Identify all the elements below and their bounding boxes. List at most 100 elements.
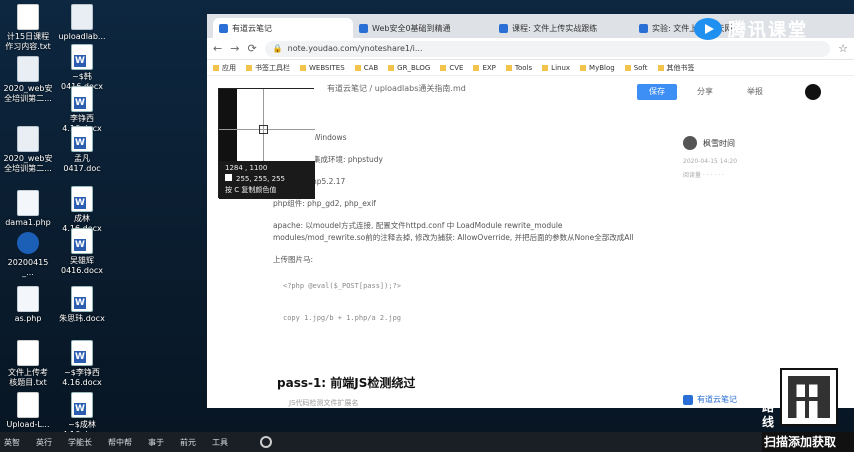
desktop-icon-label: ~$李铮西 4.16.docx: [62, 368, 102, 387]
picker-rgb-row: 255, 255, 255: [225, 174, 309, 185]
desktop-icon-label: 2020_web安 全培训第二...: [3, 154, 53, 173]
note-paragraph: apache: 以moudel方式连接, 配置文件httpd.conf 中 Lo…: [273, 221, 634, 242]
zip-file-icon: [17, 232, 39, 254]
tab-label: Web安全0基础到精通: [372, 23, 451, 33]
code-block: <?php @eval($_POST[pass]);?>: [283, 282, 402, 290]
author-avatar[interactable]: [683, 136, 697, 150]
txt-file-icon: [17, 340, 39, 366]
browser-tab[interactable]: 课程: 文件上传实战跟练: [493, 18, 633, 38]
desktop-icon[interactable]: 计15日课程 作习内容.txt: [2, 4, 54, 52]
picker-hint: 按 C 复制颜色值: [225, 186, 277, 194]
taskbar-item[interactable]: 事于: [148, 437, 164, 448]
word-file-icon: [71, 126, 93, 152]
taskbar-item[interactable]: 学能长: [68, 437, 92, 448]
bookmark-item[interactable]: WEBSITES: [300, 64, 345, 72]
desktop-icon[interactable]: uploadlab...: [56, 4, 108, 42]
bookmark-item[interactable]: Linux: [542, 64, 570, 72]
qr-side-text: 学习路线: [762, 370, 775, 429]
desktop-icon[interactable]: 2020_web安 全培训第二...: [2, 126, 54, 174]
magnifier-dark-area: [219, 89, 237, 161]
lock-icon: 🔒: [272, 44, 283, 53]
save-button[interactable]: 保存: [637, 84, 677, 100]
qr-code[interactable]: [780, 368, 838, 426]
back-icon[interactable]: ←: [213, 42, 222, 55]
address-text: note.youdao.com/ynoteshare1/i...: [287, 44, 423, 53]
report-button[interactable]: 举报: [747, 86, 763, 97]
author-name[interactable]: 枫雪时间: [703, 138, 735, 149]
tab-label: 课程: 文件上传实战跟练: [512, 23, 598, 33]
taskbar-item[interactable]: 帮中帮: [108, 437, 132, 448]
word-file-icon: [71, 228, 93, 254]
note-paragraph: php组件: php_gd2, php_exif: [273, 199, 376, 208]
brand-text: 有道云笔记: [697, 395, 737, 404]
crosshair-icon: [259, 125, 268, 134]
desktop-icon[interactable]: 成林4.16.docx: [56, 186, 108, 234]
color-swatch-icon: [225, 174, 232, 181]
code-block: copy 1.jpg/b + 1.php/a 2.jpg: [283, 314, 402, 322]
word-file-icon: [71, 286, 93, 312]
youdao-brand[interactable]: 有道云笔记: [683, 394, 737, 405]
magnifier-grid: [219, 89, 315, 161]
desktop-icon[interactable]: as.php: [2, 286, 54, 324]
desktop-icon-label: 吴雄辉 0416.docx: [60, 256, 103, 275]
qr-banner: 扫描添加获取: [762, 432, 854, 452]
desktop-icon-label: 朱思玮.docx: [59, 314, 105, 323]
desktop-icon-label: Upload-L...: [6, 420, 50, 429]
word-file-icon: [71, 86, 93, 112]
desktop-icon-label: 20200415_...: [7, 258, 49, 277]
desktop-icon[interactable]: Upload-L...: [2, 392, 54, 430]
word-file-icon: [71, 392, 93, 418]
note-paragraph: php版本: php5.2.17: [273, 177, 346, 186]
taskbar-item[interactable]: 前元: [180, 437, 196, 448]
desktop-icon[interactable]: 孟凡0417.doc: [56, 126, 108, 174]
file-file-icon: [17, 56, 39, 82]
bookmark-item[interactable]: 其他书签: [658, 63, 695, 73]
reload-icon[interactable]: ⟳: [247, 42, 256, 55]
desktop-icon[interactable]: 2020_web安 全培训第二...: [2, 56, 54, 104]
bookmark-item[interactable]: 应用: [213, 63, 236, 73]
bookmark-item[interactable]: CVE: [440, 64, 463, 72]
color-picker-popup: 1284 , 1100 255, 255, 255 按 C 复制颜色值: [218, 88, 315, 199]
share-button[interactable]: 分享: [697, 86, 713, 97]
taskbar-item[interactable]: 工具: [212, 437, 228, 448]
bookmark-item[interactable]: GR_BLOG: [388, 64, 430, 72]
power-icon[interactable]: [260, 436, 272, 448]
file-file-icon: [71, 4, 93, 30]
brand-text: 腾讯课堂: [728, 20, 808, 41]
tab-favicon-icon: [639, 23, 648, 33]
desktop-icon[interactable]: ~$韩0416.docx: [56, 44, 108, 92]
bookmark-item[interactable]: 书签工具栏: [246, 63, 290, 73]
section-subline: JS代码检测文件扩展名: [289, 399, 359, 407]
browser-tab[interactable]: 有道云笔记: [213, 18, 353, 38]
bookmark-item[interactable]: Soft: [625, 64, 648, 72]
taskbar-item[interactable]: 英智: [4, 437, 20, 448]
section-heading: pass-1: 前端JS检测绕过: [277, 376, 416, 390]
note-paragraph: Windows: [313, 133, 347, 142]
desktop-icon-label: 文件上传考 核题目.txt: [8, 368, 48, 387]
desktop-icon[interactable]: 文件上传考 核题目.txt: [2, 340, 54, 388]
picker-rgb: 255, 255, 255: [236, 175, 285, 183]
desktop-icon[interactable]: 20200415_...: [2, 232, 54, 278]
taskbar: 英智 英行 学能长 帮中帮 事于 前元 工具: [0, 432, 854, 452]
desktop-icon[interactable]: 吴雄辉0416.docx: [56, 228, 108, 276]
bookmark-item[interactable]: MyBlog: [580, 64, 615, 72]
desktop-icon[interactable]: dama1.php: [2, 190, 54, 228]
txt-file-icon: [17, 4, 39, 30]
bookmark-item[interactable]: Tools: [506, 64, 532, 72]
desktop-icon[interactable]: ~$李铮西4.16.docx: [56, 340, 108, 388]
txt-file-icon: [17, 392, 39, 418]
bookmark-item[interactable]: CAB: [355, 64, 378, 72]
desktop-icon-label: uploadlab...: [58, 32, 106, 41]
file-file-icon: [17, 126, 39, 152]
bookmarks-bar: 应用 书签工具栏 WEBSITES CAB GR_BLOG CVE EXP Tools Linu…: [207, 60, 854, 76]
taskbar-item[interactable]: 英行: [36, 437, 52, 448]
forward-icon[interactable]: →: [230, 42, 239, 55]
word-file-icon: [71, 44, 93, 70]
star-icon[interactable]: ☆: [838, 42, 848, 55]
desktop-icon-label: as.php: [14, 314, 42, 323]
desktop-icon[interactable]: 朱思玮.docx: [56, 286, 108, 324]
bookmark-item[interactable]: EXP: [473, 64, 495, 72]
avatar[interactable]: [805, 84, 821, 100]
browser-tab[interactable]: Web安全0基础到精通: [353, 18, 493, 38]
youdao-logo-icon: [683, 394, 693, 405]
